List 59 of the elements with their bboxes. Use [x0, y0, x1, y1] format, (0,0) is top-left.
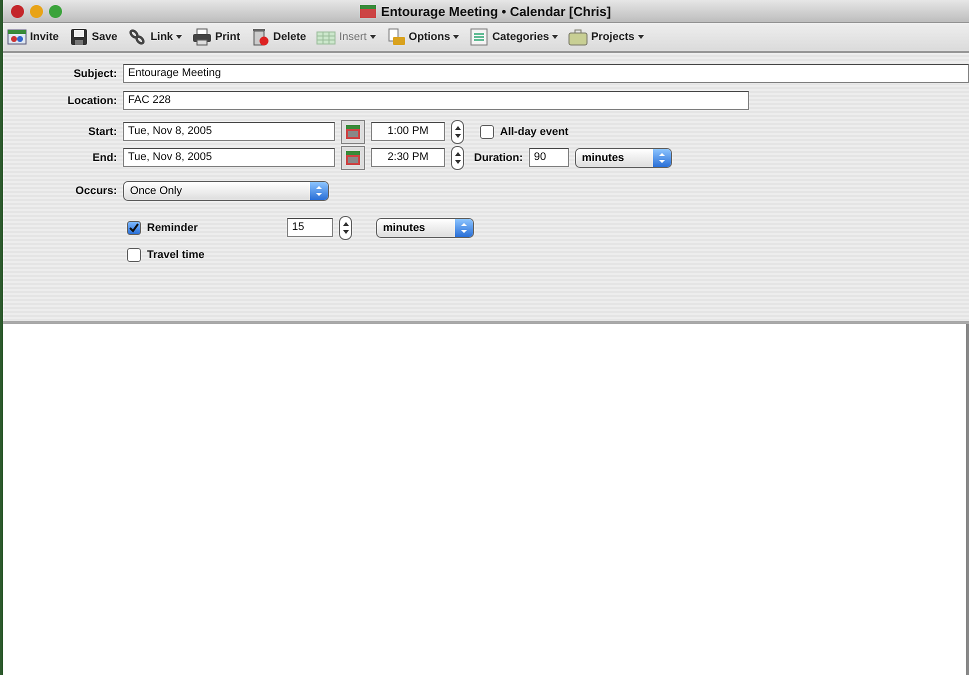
checkmark-icon: [129, 222, 139, 232]
date-field[interactable]: Tue, Nov 8, 2005: [123, 122, 335, 141]
reminder-field[interactable]: 15: [287, 218, 333, 237]
unit-dropdown[interactable]: minutes: [574, 148, 672, 168]
calendar-icon: [345, 150, 361, 166]
calendar-icon: [345, 124, 361, 140]
calendar-icon: [360, 4, 376, 18]
field-label: Occurs:: [74, 184, 117, 196]
stepper[interactable]: [339, 216, 352, 240]
location-field[interactable]: FAC 228: [123, 91, 749, 110]
toolbar-button[interactable]: Link: [127, 28, 174, 46]
reminder-checkbox[interactable]: [127, 220, 141, 234]
toolbar-button[interactable]: Delete: [250, 28, 306, 46]
arrows-icon: [652, 148, 671, 166]
caret-icon[interactable]: [638, 35, 644, 39]
field-label: End:: [92, 152, 117, 164]
briefcase-icon: [568, 28, 588, 46]
field-label: Start:: [87, 126, 117, 138]
stepper[interactable]: [451, 120, 464, 144]
all-day-checkbox[interactable]: [480, 124, 494, 138]
caret-icon[interactable]: [176, 35, 182, 39]
date-field[interactable]: Tue, Nov 8, 2005: [123, 148, 335, 167]
arrows-icon: [342, 220, 350, 236]
field-label: Duration:: [474, 152, 523, 164]
printer-icon: [192, 28, 212, 46]
calendar-button[interactable]: [341, 146, 365, 170]
stepper[interactable]: [451, 146, 464, 170]
chain-link-icon: [127, 28, 148, 46]
toolbar-button[interactable]: Invite: [7, 28, 59, 46]
field-label: Location:: [66, 94, 117, 106]
travel-time-checkbox[interactable]: [127, 248, 141, 262]
toolbar-button[interactable]: Categories: [469, 28, 550, 46]
toolbar-button[interactable]: Print: [192, 28, 240, 46]
arrows-icon: [455, 218, 473, 236]
arrows-icon: [310, 182, 328, 200]
checkbox-label: All-day event: [500, 126, 568, 138]
caret-icon[interactable]: [453, 35, 460, 39]
time-field[interactable]: 2:30 PM: [371, 148, 445, 167]
caret-icon[interactable]: [552, 35, 558, 39]
toolbar-button[interactable]: Save: [68, 28, 118, 46]
field-label: Subject:: [72, 68, 117, 80]
occurs-dropdown[interactable]: Once Only: [123, 180, 329, 200]
window-title: Entourage Meeting • Calendar [Chris]: [381, 4, 611, 18]
unit-dropdown[interactable]: minutes: [376, 218, 474, 238]
close-button[interactable]: [11, 4, 24, 18]
calendar-people-icon: [7, 28, 27, 46]
trash-can-icon: [250, 28, 270, 46]
checkbox-label: Travel time: [147, 248, 204, 260]
arrows-icon: [454, 150, 462, 166]
list-icon: [469, 28, 490, 46]
duration-field[interactable]: 90: [528, 148, 569, 167]
subject-field[interactable]: Entourage Meeting: [123, 64, 969, 83]
toolbar-button[interactable]: Projects: [568, 28, 635, 46]
document-folder-icon: [386, 28, 406, 46]
time-field[interactable]: 1:00 PM: [371, 122, 445, 141]
checkbox-label: Reminder: [147, 222, 199, 234]
arrows-icon: [454, 124, 462, 140]
calendar-button[interactable]: [341, 120, 365, 144]
toolbar-button[interactable]: Options: [386, 28, 450, 46]
